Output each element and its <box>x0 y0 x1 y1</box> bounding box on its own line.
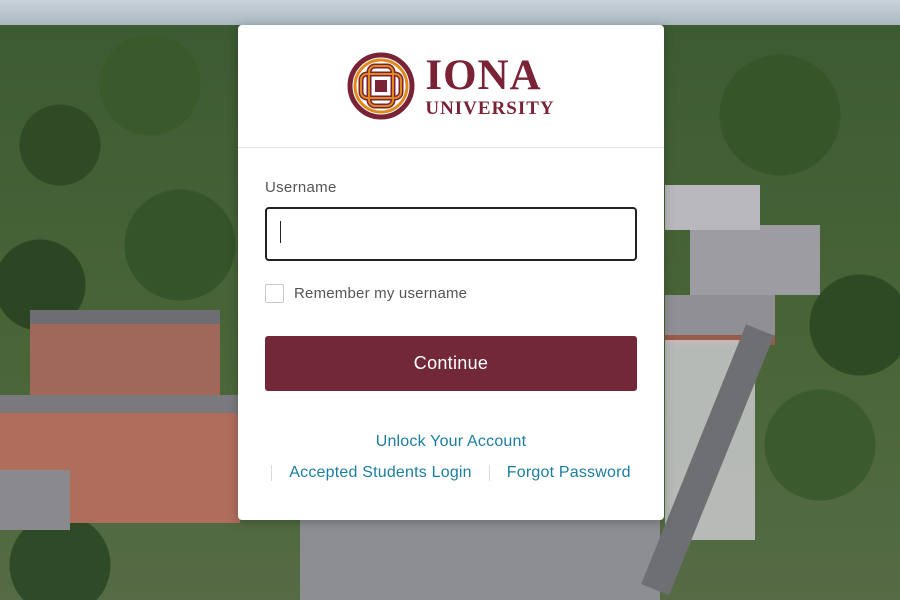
university-logo: IONA UNIVERSITY <box>347 52 554 120</box>
username-input[interactable] <box>265 207 637 261</box>
logo-line1: IONA <box>425 52 542 99</box>
username-label: Username <box>265 179 337 196</box>
logo-line2: UNIVERSITY <box>425 98 555 119</box>
text-caret <box>280 221 281 243</box>
username-field-wrapper <box>265 196 637 261</box>
logo-wordmark: IONA UNIVERSITY <box>425 54 554 118</box>
building <box>0 470 70 530</box>
logo-header: IONA UNIVERSITY <box>238 25 664 148</box>
building <box>300 520 660 600</box>
remember-username-label[interactable]: Remember my username <box>294 285 467 302</box>
forgot-password-link[interactable]: Forgot Password <box>507 464 631 482</box>
building <box>665 185 760 230</box>
login-form: Username Remember my username Continue U… <box>238 179 664 482</box>
unlock-account-link[interactable]: Unlock Your Account <box>376 433 527 450</box>
link-divider <box>488 465 490 481</box>
remember-username-checkbox[interactable] <box>265 284 284 303</box>
celtic-knot-emblem-icon <box>347 52 415 120</box>
login-card: IONA UNIVERSITY Username Remember my use… <box>238 25 664 520</box>
help-links: Unlock Your Account Accepted Students Lo… <box>265 433 637 482</box>
link-divider <box>271 465 273 481</box>
accepted-students-login-link[interactable]: Accepted Students Login <box>289 464 472 482</box>
remember-username-row[interactable]: Remember my username <box>265 284 637 303</box>
secondary-links-row: Accepted Students Login Forgot Password <box>265 464 637 482</box>
building <box>690 225 820 295</box>
continue-button[interactable]: Continue <box>265 336 637 391</box>
